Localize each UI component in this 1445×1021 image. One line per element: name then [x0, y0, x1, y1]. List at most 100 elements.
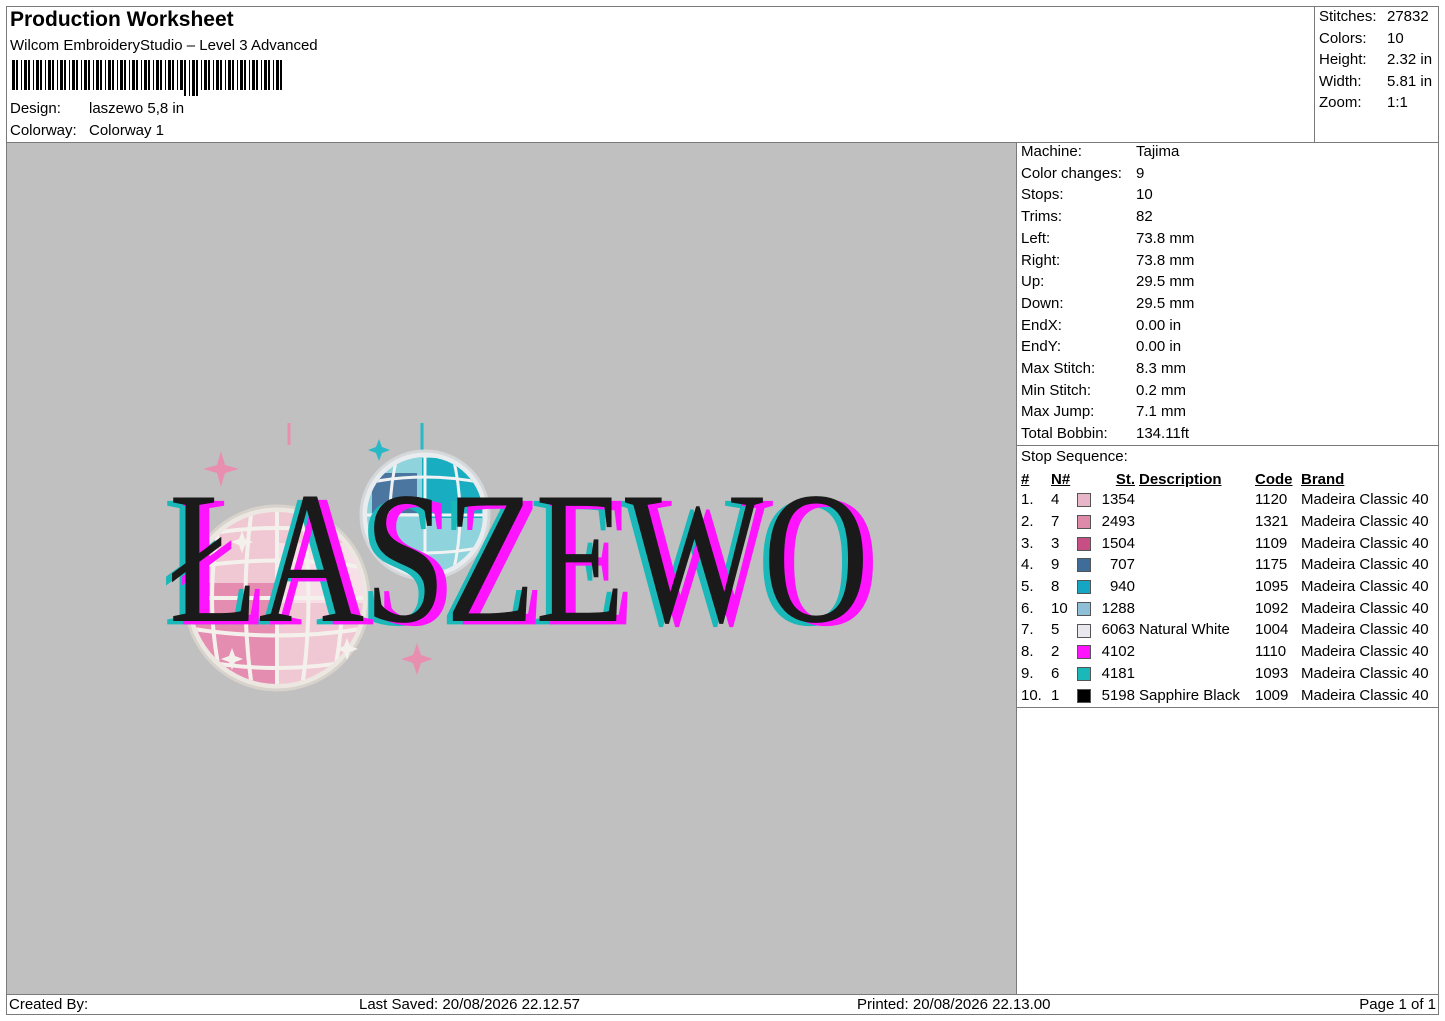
row-num: 7.: [1021, 621, 1034, 639]
stop-sequence-panel: Stop Sequence: # N# St. Description Code…: [1017, 446, 1439, 708]
row-num: 6.: [1021, 599, 1034, 617]
info-value: 134.11ft: [1136, 425, 1190, 443]
row-n: 9: [1051, 556, 1060, 574]
design-label: Design:: [10, 100, 61, 117]
row-code: 1109: [1255, 534, 1288, 552]
info-min-stitch: Min Stitch: 0.2 mm: [1021, 382, 1186, 399]
stat-value: 27832: [1387, 8, 1429, 25]
table-row: 6. 10 1288 1092 Madeira Classic 40: [1019, 597, 1431, 619]
info-label: Right:: [1021, 251, 1061, 269]
info-label: Down:: [1021, 294, 1064, 312]
design-value: laszewo 5,8 in: [89, 100, 185, 117]
stop-sequence-table: # N# St. Description Code Brand 1. 4 1354 1…: [1019, 469, 1431, 706]
row-stitches: 6063: [1101, 621, 1135, 639]
swatch-icon: [1077, 493, 1091, 508]
row-brand: Madeira Classic 40: [1301, 513, 1429, 531]
row-num: 1.: [1021, 491, 1034, 509]
row-brand: Madeira Classic 40: [1301, 578, 1429, 596]
swatch-icon: [1077, 645, 1091, 660]
row-n: 8: [1051, 578, 1060, 596]
swatch-icon: [1077, 580, 1091, 595]
row-n: 2: [1051, 643, 1060, 661]
info-value: 29.5 mm: [1136, 273, 1195, 291]
row-brand: Madeira Classic 40: [1301, 643, 1429, 661]
info-label: EndY:: [1021, 338, 1062, 356]
embroidery-preview: ŁASZEWO ŁASZEWO ŁASZEWO: [163, 423, 879, 692]
color-swatch: [1075, 489, 1097, 511]
row-num: 2.: [1021, 513, 1034, 531]
stat-colors: Colors: 10: [1319, 30, 1404, 47]
color-swatch: [1075, 576, 1097, 598]
stat-zoom: Zoom: 1:1: [1319, 94, 1408, 111]
info-color-changes: Color changes: 9: [1021, 165, 1144, 182]
info-label: Min Stitch:: [1021, 381, 1092, 399]
row-num: 10.: [1021, 686, 1042, 704]
table-row: 8. 2 4102 1110 Madeira Classic 40: [1019, 641, 1431, 663]
info-endx: EndX: 0.00 in: [1021, 317, 1181, 334]
row-description: [1137, 641, 1253, 663]
stat-label: Colors:: [1319, 29, 1367, 47]
worksheet-header: Production Worksheet Wilcom EmbroiderySt…: [6, 6, 1315, 143]
info-value: 0.2 mm: [1136, 381, 1187, 399]
color-swatch: [1075, 663, 1097, 685]
row-num: 3.: [1021, 534, 1034, 552]
col-n: N#: [1051, 470, 1071, 488]
table-row: 9. 6 4181 1093 Madeira Classic 40: [1019, 663, 1431, 685]
info-stops: Stops: 10: [1021, 186, 1153, 203]
stat-label: Zoom:: [1319, 94, 1362, 111]
table-row: 7. 5 6063 Natural White 1004 Madeira Classic …: [1019, 619, 1431, 641]
row-code: 1004: [1255, 621, 1289, 639]
info-left: Left: 73.8 mm: [1021, 230, 1194, 247]
colorway-label: Colorway:: [10, 122, 77, 139]
row-description: [1137, 663, 1253, 685]
row-stitches: 707: [1109, 556, 1135, 574]
printed-date: Printed: 20/08/2026 22.13.00: [857, 996, 1051, 1013]
row-n: 7: [1051, 513, 1060, 531]
col-swatch: [1075, 469, 1097, 489]
info-total-bobbin: Total Bobbin: 134.11ft: [1021, 425, 1189, 442]
row-num: 4.: [1021, 556, 1034, 574]
worksheet-footer: Created By: Last Saved: 20/08/2026 22.12…: [6, 994, 1439, 1015]
color-swatch: [1075, 554, 1097, 576]
table-row: 2. 7 2493 1321 Madeira Classic 40: [1019, 511, 1431, 533]
row-brand: Madeira Classic 40: [1301, 686, 1429, 704]
col-num: #: [1021, 470, 1030, 488]
app-subtitle: Wilcom EmbroideryStudio – Level 3 Advanc…: [10, 37, 318, 54]
info-value: 29.5 mm: [1136, 294, 1195, 312]
page-title: Production Worksheet: [10, 8, 234, 31]
row-stitches: 1504: [1101, 534, 1135, 552]
row-stitches: 4181: [1101, 664, 1135, 682]
info-label: Max Stitch:: [1021, 360, 1096, 377]
info-value: 8.3 mm: [1136, 360, 1187, 377]
info-down: Down: 29.5 mm: [1021, 295, 1194, 312]
colorway-value: Colorway 1: [89, 122, 165, 139]
row-stitches: 1288: [1101, 599, 1135, 617]
row-stitches: 5198: [1101, 686, 1135, 704]
info-value: 9: [1136, 164, 1145, 182]
row-stitches: 1354: [1101, 491, 1135, 509]
stat-width: Width: 5.81 in: [1319, 73, 1432, 90]
stop-sequence-title: Stop Sequence:: [1021, 448, 1128, 465]
barcode: [12, 60, 282, 96]
info-up: Up: 29.5 mm: [1021, 273, 1194, 290]
info-label: EndX:: [1021, 316, 1062, 334]
machine-info-panel: Machine: Tajima Color changes: 9 Stops: 10 …: [1017, 143, 1439, 446]
info-label: Stops:: [1021, 186, 1064, 204]
color-swatch: [1075, 532, 1097, 554]
color-swatch: [1075, 641, 1097, 663]
row-brand: Madeira Classic 40: [1301, 556, 1429, 574]
colorway-row: Colorway: Colorway 1: [10, 122, 164, 139]
stat-value: 5.81 in: [1387, 72, 1433, 90]
swatch-icon: [1077, 601, 1091, 616]
design-preview-canvas[interactable]: ŁASZEWO ŁASZEWO ŁASZEWO: [7, 143, 1017, 994]
stat-value: 1:1: [1387, 94, 1408, 111]
color-swatch: [1075, 619, 1097, 641]
design-text: ŁASZEWO: [169, 454, 869, 662]
row-description: [1137, 554, 1253, 576]
stat-stitches: Stitches: 27832: [1319, 8, 1429, 25]
info-machine: Machine: Tajima: [1021, 143, 1179, 160]
info-label: Machine:: [1021, 143, 1082, 160]
info-value: 82: [1136, 208, 1153, 226]
row-code: 1093: [1255, 664, 1289, 682]
info-value: 7.1 mm: [1136, 403, 1187, 421]
